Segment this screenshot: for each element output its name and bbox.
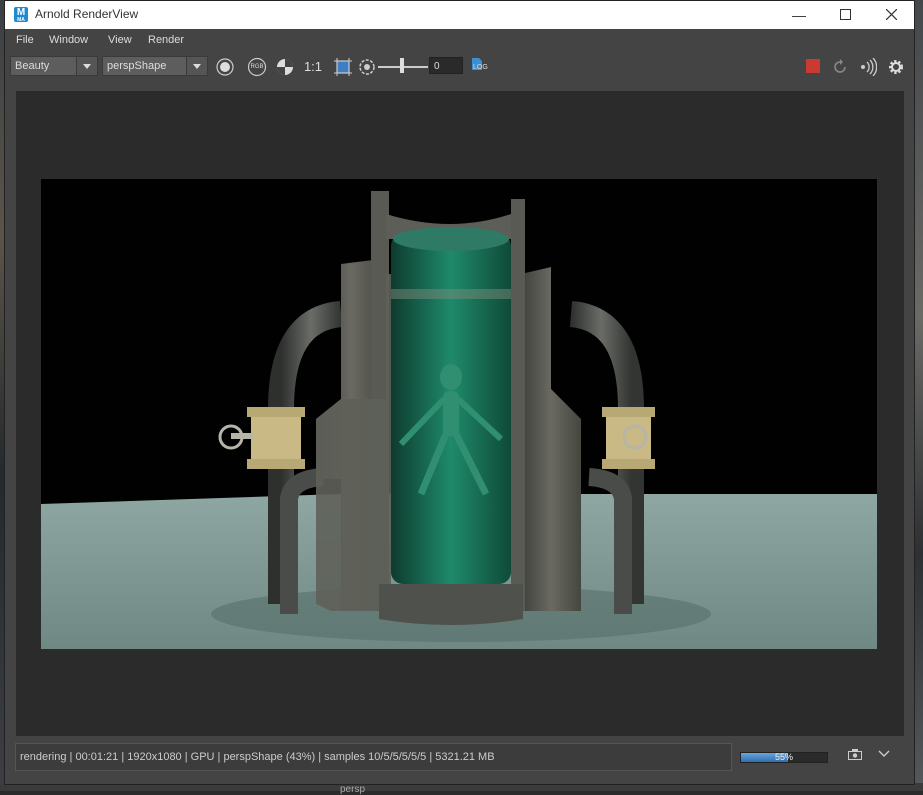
- minimize-icon: —: [792, 7, 806, 23]
- maximize-button[interactable]: [822, 1, 868, 29]
- maya-app-icon: M MA: [14, 7, 28, 23]
- render-viewport[interactable]: [16, 91, 904, 736]
- render-status-text: rendering | 00:01:21 | 1920x1080 | GPU |…: [15, 743, 732, 771]
- aperture-circle-icon: [216, 58, 234, 76]
- chevron-down-icon: [76, 57, 97, 75]
- crop-region-icon: [334, 58, 352, 76]
- exposure-button[interactable]: [358, 57, 376, 77]
- render-image-scene: [41, 179, 877, 649]
- stop-render-button[interactable]: [806, 59, 820, 73]
- refresh-icon: [834, 59, 846, 73]
- close-icon: [885, 8, 897, 21]
- log-label: LOG: [473, 64, 488, 71]
- menu-window[interactable]: Window: [49, 34, 88, 46]
- render-view-window: M MA Arnold RenderView — File Window View…: [4, 0, 915, 785]
- minimize-button[interactable]: —: [776, 1, 822, 29]
- status-bar: rendering | 00:01:21 | 1920x1080 | GPU |…: [5, 739, 914, 779]
- checker-icon: [277, 59, 293, 75]
- chevron-down-icon: [878, 750, 890, 757]
- exposure-input[interactable]: 0: [429, 57, 463, 74]
- aperture-icon: [359, 59, 375, 75]
- rgb-label: RGB: [250, 64, 264, 70]
- statusbar-options-button[interactable]: [878, 749, 890, 762]
- toolbar: Beauty perspShape RGB 1:1 0 LOG: [5, 53, 914, 81]
- exposure-slider-handle[interactable]: [400, 58, 404, 73]
- region-crop-button[interactable]: [333, 57, 353, 77]
- camera-value: perspShape: [107, 60, 167, 72]
- render-image: [41, 179, 877, 649]
- settings-button[interactable]: [886, 57, 906, 77]
- render-progress-bar: 55%: [740, 752, 828, 763]
- gear-icon: [889, 60, 903, 74]
- refresh-render-button[interactable]: [830, 57, 850, 77]
- ipr-signal-icon: [861, 57, 878, 77]
- title-bar: M MA Arnold RenderView —: [5, 1, 914, 29]
- snapshot-button[interactable]: [848, 749, 862, 763]
- camera-dropdown[interactable]: perspShape: [102, 56, 208, 76]
- chevron-down-icon: [186, 57, 207, 75]
- render-progress-label: 55%: [774, 752, 793, 762]
- maximize-icon: [839, 9, 851, 20]
- window-title: Arnold RenderView: [35, 7, 139, 21]
- menu-view[interactable]: View: [108, 34, 132, 46]
- aov-dropdown[interactable]: Beauty: [10, 56, 98, 76]
- checker-background-button[interactable]: [275, 57, 295, 77]
- zoom-ratio-button[interactable]: 1:1: [302, 57, 324, 77]
- close-button[interactable]: [868, 1, 914, 29]
- aov-value: Beauty: [15, 60, 50, 72]
- camera-icon: [848, 749, 862, 760]
- log-button[interactable]: LOG: [470, 57, 490, 77]
- ipr-button[interactable]: [858, 57, 878, 77]
- background-viewport-label: persp: [340, 784, 366, 795]
- rgb-channel-button[interactable]: RGB: [246, 57, 268, 77]
- display-settings-button[interactable]: [215, 57, 235, 77]
- menu-render[interactable]: Render: [148, 34, 184, 46]
- menu-bar: File Window View Render: [5, 29, 914, 53]
- menu-file[interactable]: File: [16, 34, 34, 46]
